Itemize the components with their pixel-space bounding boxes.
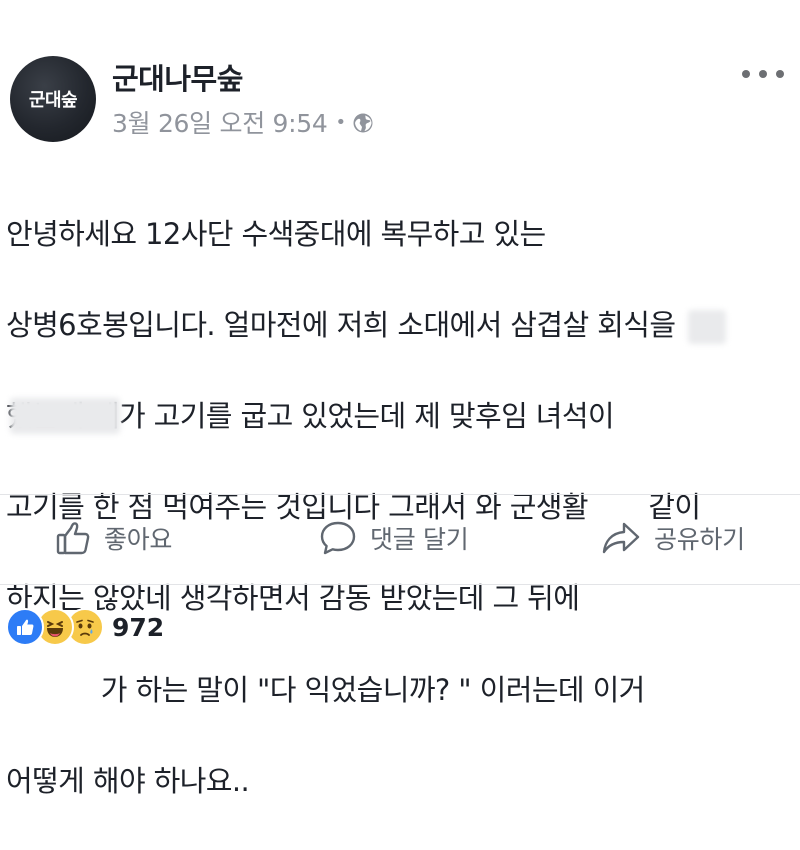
page-avatar[interactable]: 군대숲 — [10, 56, 96, 142]
meta-separator: • — [335, 111, 347, 133]
facebook-post: 군대숲 군대나무숲 3월 26일 오전 9:54 • 안녕하세요 12사단 수색… — [0, 0, 800, 798]
thumbs-up-icon — [56, 522, 90, 555]
post-body-line: 가 하는 말이 "다 익었습니까? " 이러는데 이거 — [6, 672, 646, 707]
post-body-line: 어떻게 해야 하나요.. — [6, 763, 250, 798]
post-body-line: 했는데 제가 고기를 굽고 있었는데 제 맞후임 녀석이 — [6, 398, 615, 433]
redacted-blur — [688, 310, 726, 344]
more-dot — [742, 70, 750, 78]
reactions-summary[interactable]: 972 — [6, 606, 164, 648]
reaction-count: 972 — [112, 612, 165, 642]
post-body-line: 안녕하세요 12사단 수색중대에 복무하고 있는 — [6, 216, 546, 251]
globe-icon[interactable] — [352, 111, 374, 133]
divider — [0, 494, 800, 495]
share-icon — [602, 522, 640, 554]
more-options-icon[interactable] — [742, 62, 784, 86]
divider — [0, 584, 800, 585]
comment-icon — [320, 521, 356, 555]
like-button[interactable]: 좋아요 — [54, 516, 172, 560]
share-label: 공유하기 — [654, 525, 745, 554]
post-meta: 3월 26일 오전 9:54 • — [112, 104, 374, 140]
like-reaction-icon — [6, 608, 44, 646]
share-button[interactable]: 공유하기 — [600, 516, 745, 560]
more-dot — [759, 70, 767, 78]
avatar-label: 군대숲 — [28, 90, 78, 111]
comment-label: 댓글 달기 — [370, 525, 469, 554]
page-name-link[interactable]: 군대나무숲 — [112, 56, 243, 98]
redacted-blur — [10, 398, 120, 434]
post-timestamp[interactable]: 3월 26일 오전 9:54 — [112, 104, 328, 140]
more-dot — [776, 70, 784, 78]
comment-button[interactable]: 댓글 달기 — [318, 516, 469, 560]
like-label: 좋아요 — [104, 525, 173, 554]
post-body-line: 상병6호봉입니다. 얼마전에 저희 소대에서 삼겹살 회식을 — [6, 307, 676, 342]
action-bar: 좋아요 댓글 달기 공유하기 — [0, 496, 800, 584]
